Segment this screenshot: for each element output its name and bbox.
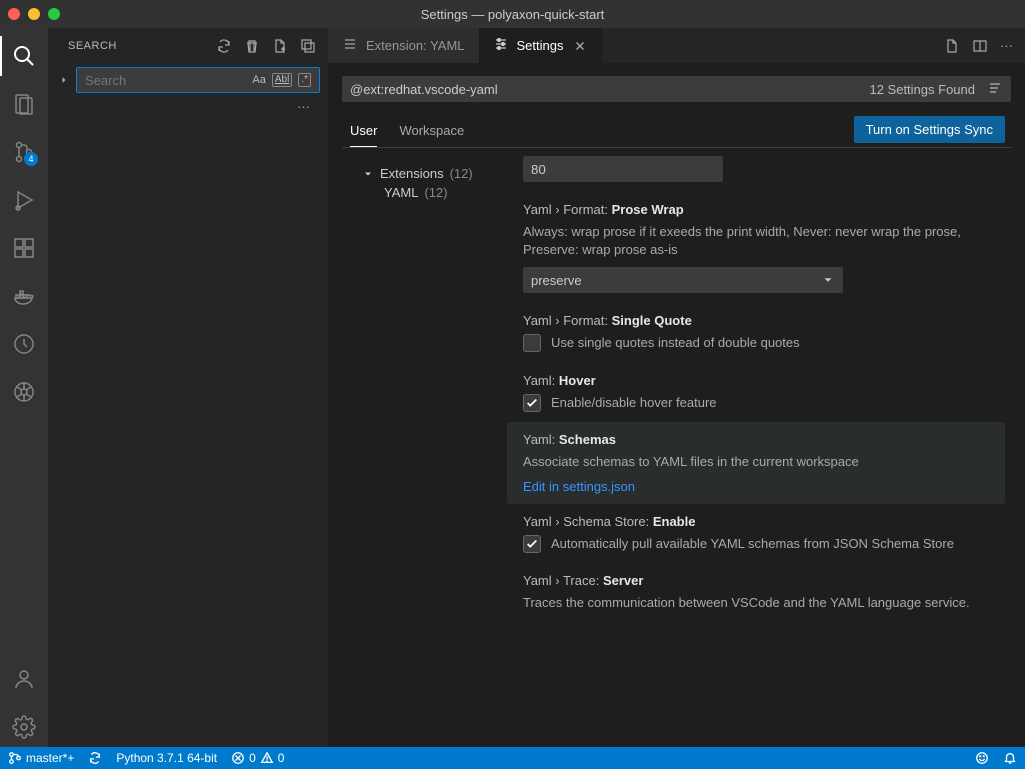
- search-field[interactable]: [85, 73, 221, 88]
- activity-search[interactable]: [0, 36, 48, 76]
- close-window-button[interactable]: [8, 8, 20, 20]
- activity-docker[interactable]: [0, 276, 48, 316]
- sidebar: SEARCH Aa Abl .*: [48, 28, 328, 747]
- setting-trace: Yaml › Trace: Server Traces the communic…: [507, 563, 1005, 630]
- settings-list[interactable]: Yaml › Format: Prose Wrap Always: wrap p…: [507, 156, 1011, 747]
- sidebar-title: SEARCH: [68, 40, 117, 52]
- setting-hover: Yaml: Hover Enable/disable hover feature: [507, 363, 1005, 422]
- tab-label: Extension: YAML: [366, 38, 465, 53]
- minimize-window-button[interactable]: [28, 8, 40, 20]
- status-python[interactable]: Python 3.7.1 64-bit: [116, 751, 217, 765]
- search-input[interactable]: Aa Abl .*: [76, 67, 320, 93]
- new-file-icon[interactable]: [272, 38, 288, 54]
- tab-settings[interactable]: Settings: [479, 28, 602, 63]
- activity-explorer[interactable]: [0, 84, 48, 124]
- activity-timeline[interactable]: [0, 324, 48, 364]
- schemastore-checkbox[interactable]: [523, 535, 541, 553]
- more-actions-icon[interactable]: ···: [1000, 38, 1013, 53]
- tab-label: Settings: [517, 38, 564, 53]
- search-more-icon[interactable]: ···: [56, 97, 320, 116]
- window-controls: [8, 8, 60, 20]
- hover-checkbox[interactable]: [523, 394, 541, 412]
- scope-user-tab[interactable]: User: [350, 123, 377, 147]
- setting-prosewrap: Yaml › Format: Prose Wrap Always: wrap p…: [507, 192, 1005, 303]
- prosewrap-select[interactable]: preserve: [523, 267, 843, 293]
- scope-workspace-tab[interactable]: Workspace: [399, 123, 464, 147]
- activity-settings[interactable]: [0, 707, 48, 747]
- setting-printwidth: [507, 156, 1005, 192]
- status-feedback-icon[interactable]: [975, 751, 989, 765]
- activity-extensions[interactable]: [0, 228, 48, 268]
- split-editor-icon[interactable]: [972, 38, 988, 54]
- match-case-toggle[interactable]: Aa: [252, 74, 265, 86]
- status-sync[interactable]: [88, 751, 102, 765]
- edit-settings-json-link[interactable]: Edit in settings.json: [523, 479, 989, 494]
- tab-extension-yaml[interactable]: Extension: YAML: [328, 28, 479, 63]
- setting-singlequote: Yaml › Format: Single Quote Use single q…: [507, 303, 1005, 362]
- statusbar: master*+ Python 3.7.1 64-bit 0 0: [0, 747, 1025, 769]
- regex-toggle[interactable]: .*: [298, 73, 311, 87]
- clear-icon[interactable]: [244, 38, 260, 54]
- editor-tabs: Extension: YAML Settings ···: [328, 28, 1025, 64]
- editor-area: Extension: YAML Settings ··· @ext:redhat: [328, 28, 1025, 747]
- toc-extensions[interactable]: Extensions (12): [362, 164, 503, 183]
- status-problems[interactable]: 0 0: [231, 751, 284, 765]
- settings-tab-icon: [493, 36, 509, 55]
- refresh-icon[interactable]: [216, 38, 232, 54]
- settings-scope-tabs: User Workspace Turn on Settings Sync: [342, 102, 1011, 148]
- setting-schemastore: Yaml › Schema Store: Enable Automaticall…: [507, 504, 1005, 563]
- settings-sync-button[interactable]: Turn on Settings Sync: [854, 116, 1005, 143]
- collapse-icon[interactable]: [300, 38, 316, 54]
- list-icon: [342, 36, 358, 55]
- setting-schemas: Yaml: Schemas Associate schemas to YAML …: [507, 422, 1005, 504]
- clear-filter-icon[interactable]: [987, 80, 1003, 99]
- filter-value: @ext:redhat.vscode-yaml: [350, 82, 498, 97]
- close-icon[interactable]: [572, 38, 588, 54]
- toc-yaml[interactable]: YAML (12): [362, 183, 503, 202]
- printwidth-input[interactable]: [523, 156, 723, 182]
- activity-accounts[interactable]: [0, 659, 48, 699]
- status-branch[interactable]: master*+: [8, 751, 74, 765]
- chevron-right-icon[interactable]: [56, 74, 72, 86]
- sidebar-header: SEARCH: [48, 28, 328, 63]
- window-title: Settings — polyaxon-quick-start: [0, 7, 1025, 22]
- activity-run[interactable]: [0, 180, 48, 220]
- titlebar: Settings — polyaxon-quick-start: [0, 0, 1025, 28]
- settings-filter[interactable]: @ext:redhat.vscode-yaml 12 Settings Foun…: [342, 76, 1011, 102]
- settings-toc: Extensions (12) YAML (12): [342, 156, 507, 747]
- open-settings-json-icon[interactable]: [944, 38, 960, 54]
- activity-source-control[interactable]: 4: [0, 132, 48, 172]
- activity-bar: 4: [0, 28, 48, 747]
- match-word-toggle[interactable]: Abl: [272, 73, 292, 87]
- status-bell-icon[interactable]: [1003, 751, 1017, 765]
- settings-found-count: 12 Settings Found: [869, 82, 975, 97]
- scm-badge: 4: [24, 152, 38, 166]
- activity-kubernetes[interactable]: [0, 372, 48, 412]
- singlequote-checkbox[interactable]: [523, 334, 541, 352]
- maximize-window-button[interactable]: [48, 8, 60, 20]
